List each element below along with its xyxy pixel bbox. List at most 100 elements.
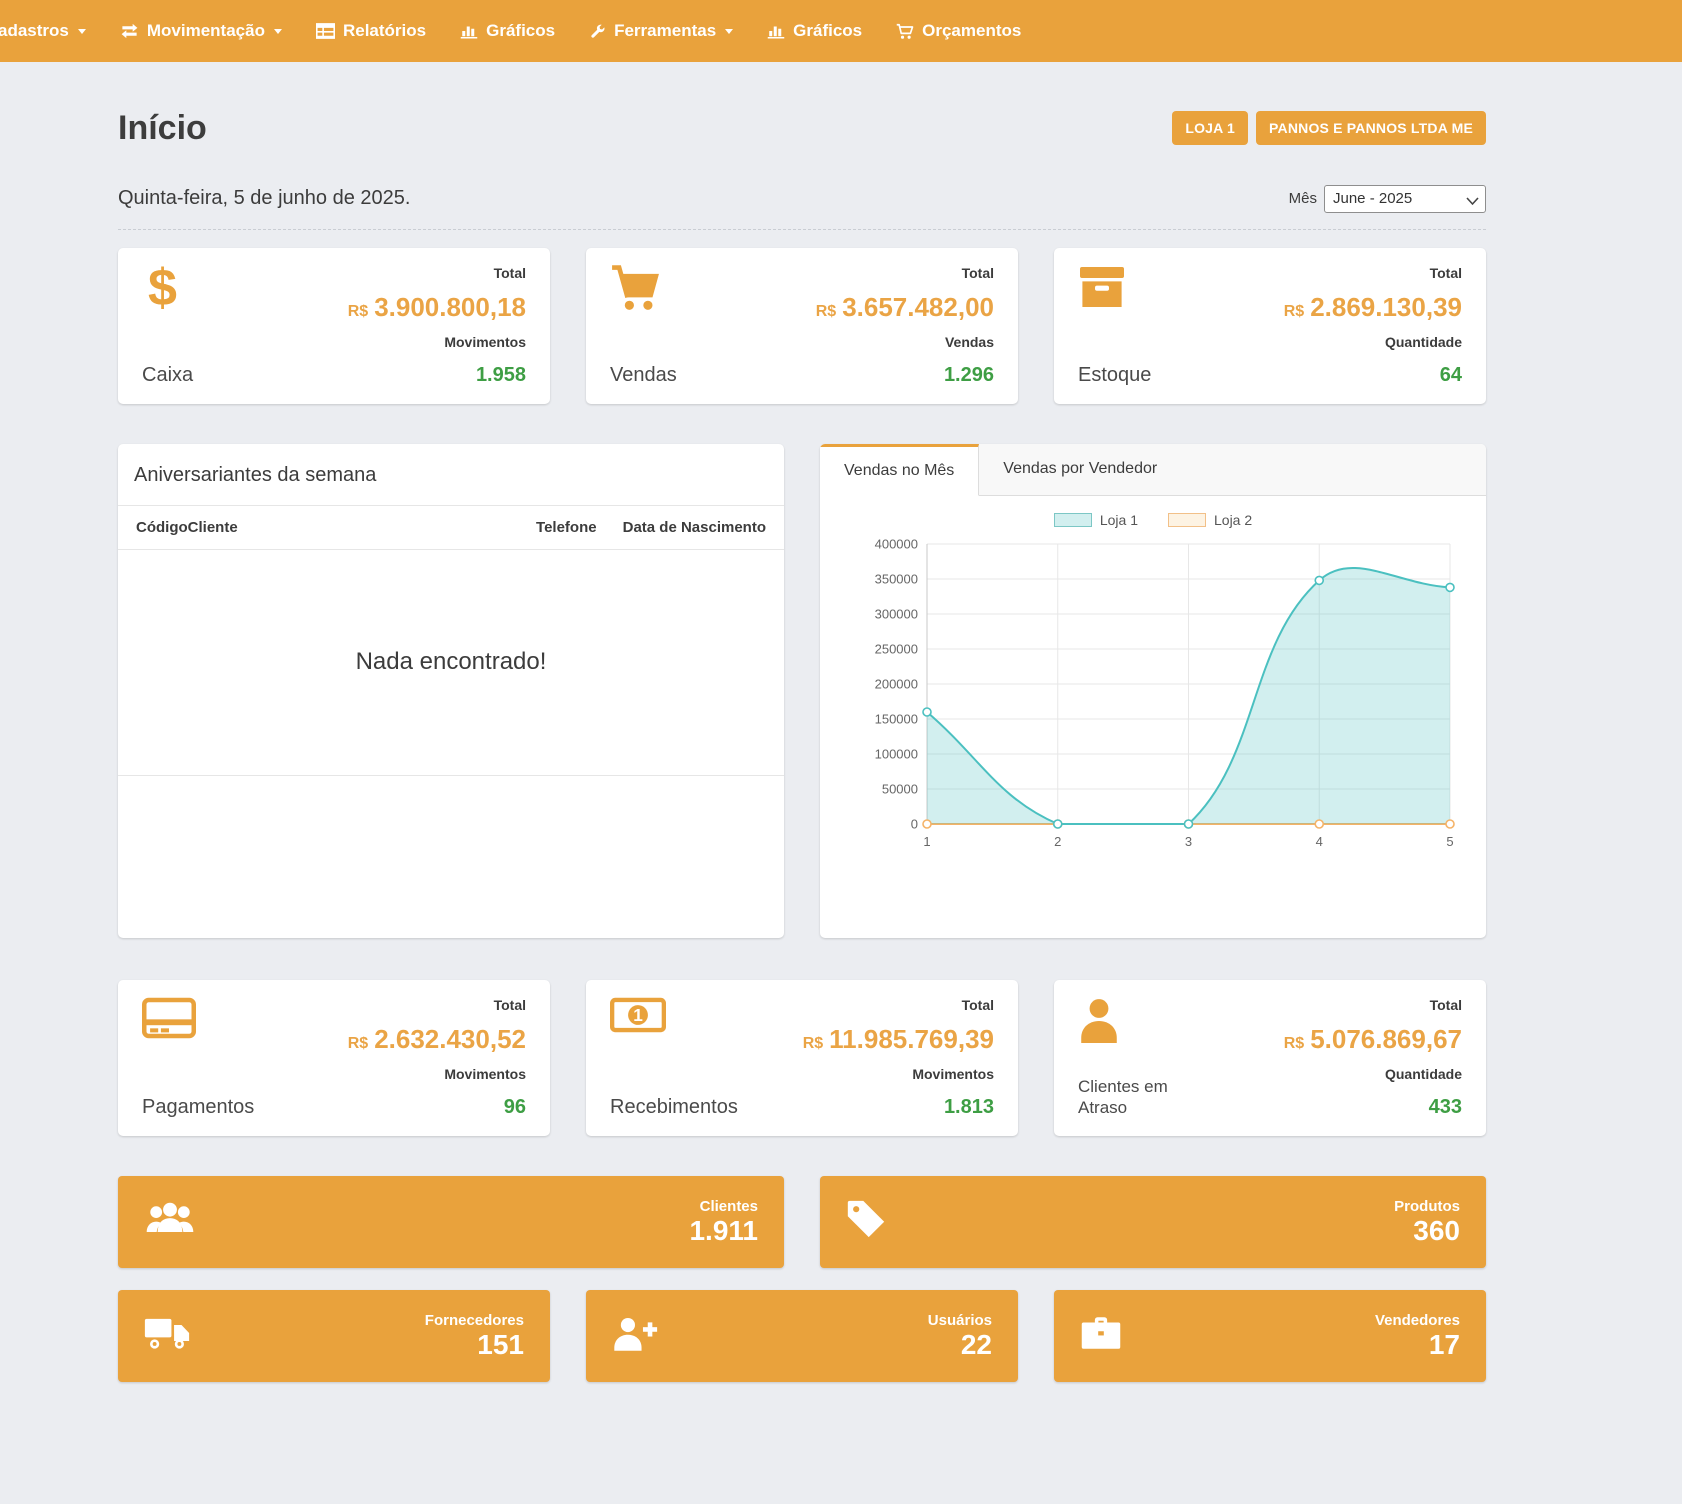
total-label: Total: [1430, 997, 1462, 1013]
legend-swatch-loja1: [1054, 513, 1092, 527]
briefcase-icon: [1080, 1315, 1122, 1356]
svg-text:1: 1: [633, 1005, 643, 1025]
total-amount: R$2.632.430,52: [348, 1026, 526, 1053]
stat-card-estoque: Estoque Total R$2.869.130,39 Quantidade …: [1054, 248, 1486, 404]
tile-value: 151: [477, 1331, 524, 1359]
legend-item-loja2: Loja 2: [1168, 512, 1252, 528]
top-navbar: adastros Movimentação Relatórios Gráfico…: [0, 0, 1682, 62]
nav-item-label: Gráficos: [486, 21, 555, 41]
current-date: Quinta-feira, 5 de junho de 2025.: [118, 187, 410, 210]
tile-produtos[interactable]: Produtos 360: [820, 1176, 1486, 1268]
column-cliente: Cliente: [188, 519, 238, 536]
chevron-down-icon: [78, 29, 86, 34]
metric-value: 96: [504, 1096, 526, 1119]
nav-item-label: adastros: [0, 21, 69, 41]
column-codigo: Código: [136, 519, 188, 536]
sales-tabs: Vendas no Mês Vendas por Vendedor: [820, 444, 1486, 496]
exchange-icon: [120, 23, 139, 39]
stat-label: Pagamentos: [142, 1096, 254, 1119]
page-title: Início: [118, 109, 207, 148]
sales-chart-card: Vendas no Mês Vendas por Vendedor Loja 1…: [820, 444, 1486, 938]
total-label: Total: [494, 997, 526, 1013]
tile-usuarios[interactable]: Usuários 22: [586, 1290, 1018, 1382]
svg-text:300000: 300000: [874, 606, 917, 621]
nav-item-label: Movimentação: [147, 21, 265, 41]
sales-month-chart: 0500001000001500002000002500003000003500…: [841, 534, 1466, 860]
tile-value: 17: [1429, 1331, 1460, 1359]
stat-label: Recebimentos: [610, 1096, 738, 1119]
stat-label: Clientes em Atraso: [1078, 1076, 1198, 1119]
svg-text:0: 0: [910, 816, 917, 831]
cart-icon: [610, 265, 660, 316]
stat-card-recebimentos: 1 Recebimentos Total R$11.985.769,39 Mov…: [586, 980, 1018, 1136]
bar-chart-icon: [767, 23, 785, 39]
birthdays-card: Aniversariantes da semana CódigoCliente …: [118, 444, 784, 938]
users-icon: [144, 1200, 196, 1243]
svg-text:5: 5: [1446, 834, 1453, 849]
svg-text:3: 3: [1184, 834, 1191, 849]
stat-label: Caixa: [142, 364, 193, 387]
birthdays-table-header: CódigoCliente Telefone Data de Nasciment…: [118, 506, 784, 550]
nav-item-label: Orçamentos: [922, 21, 1021, 41]
truck-icon: [144, 1315, 190, 1356]
chart-legend: Loja 1 Loja 2: [820, 512, 1486, 528]
svg-text:350000: 350000: [874, 571, 917, 586]
tile-label: Produtos: [1394, 1198, 1460, 1215]
column-telefone: Telefone: [536, 519, 597, 536]
nav-item-relatorios[interactable]: Relatórios: [299, 0, 443, 62]
metric-label: Movimentos: [912, 1066, 994, 1082]
metric-value: 433: [1429, 1096, 1462, 1119]
month-select[interactable]: June - 2025: [1324, 185, 1486, 213]
table-icon: [316, 23, 335, 39]
svg-text:1: 1: [923, 834, 930, 849]
store-button[interactable]: LOJA 1: [1172, 111, 1248, 145]
stat-card-vendas: Vendas Total R$3.657.482,00 Vendas 1.296: [586, 248, 1018, 404]
tile-vendedores[interactable]: Vendedores 17: [1054, 1290, 1486, 1382]
svg-text:50000: 50000: [881, 781, 917, 796]
legend-swatch-loja2: [1168, 513, 1206, 527]
metric-label: Movimentos: [444, 1066, 526, 1082]
stat-card-pagamentos: Pagamentos Total R$2.632.430,52 Moviment…: [118, 980, 550, 1136]
metric-label: Movimentos: [444, 334, 526, 350]
total-amount: R$5.076.869,67: [1284, 1026, 1462, 1053]
nav-item-cadastros[interactable]: adastros: [0, 0, 103, 62]
nav-item-graficos-2[interactable]: Gráficos: [750, 0, 879, 62]
tile-fornecedores[interactable]: Fornecedores 151: [118, 1290, 550, 1382]
tile-clientes[interactable]: Clientes 1.911: [118, 1176, 784, 1268]
nav-item-movimentacao[interactable]: Movimentação: [103, 0, 299, 62]
svg-text:200000: 200000: [874, 676, 917, 691]
nav-item-label: Relatórios: [343, 21, 426, 41]
empty-message: Nada encontrado!: [118, 550, 784, 776]
tag-icon: [846, 1199, 886, 1244]
tab-vendas-por-vendedor[interactable]: Vendas por Vendedor: [979, 444, 1181, 495]
legend-label: Loja 2: [1214, 512, 1252, 528]
metric-label: Vendas: [945, 334, 994, 350]
nav-item-label: Ferramentas: [614, 21, 716, 41]
cart-icon: [896, 23, 914, 40]
total-label: Total: [1430, 265, 1462, 281]
total-label: Total: [494, 265, 526, 281]
box-icon: [1078, 265, 1126, 314]
total-label: Total: [962, 997, 994, 1013]
tile-label: Fornecedores: [425, 1312, 524, 1329]
user-plus-icon: [612, 1315, 658, 1356]
nav-item-orcamentos[interactable]: Orçamentos: [879, 0, 1038, 62]
nav-item-graficos-1[interactable]: Gráficos: [443, 0, 572, 62]
company-button[interactable]: PANNOS E PANNOS LTDA ME: [1256, 111, 1486, 145]
tab-vendas-no-mes[interactable]: Vendas no Mês: [820, 444, 979, 496]
dollar-icon: $: [142, 265, 177, 312]
legend-label: Loja 1: [1100, 512, 1138, 528]
stat-card-clientes-atraso: Clientes em Atraso Total R$5.076.869,67 …: [1054, 980, 1486, 1136]
stat-label: Vendas: [610, 364, 677, 387]
metric-label: Quantidade: [1385, 334, 1462, 350]
birthdays-title: Aniversariantes da semana: [118, 444, 784, 506]
svg-text:100000: 100000: [874, 746, 917, 761]
tile-value: 22: [961, 1331, 992, 1359]
total-amount: R$3.900.800,18: [348, 294, 526, 321]
svg-text:4: 4: [1315, 834, 1322, 849]
metric-value: 64: [1440, 364, 1462, 387]
tile-value: 1.911: [689, 1217, 758, 1245]
svg-text:150000: 150000: [874, 711, 917, 726]
total-label: Total: [962, 265, 994, 281]
nav-item-ferramentas[interactable]: Ferramentas: [572, 0, 750, 62]
